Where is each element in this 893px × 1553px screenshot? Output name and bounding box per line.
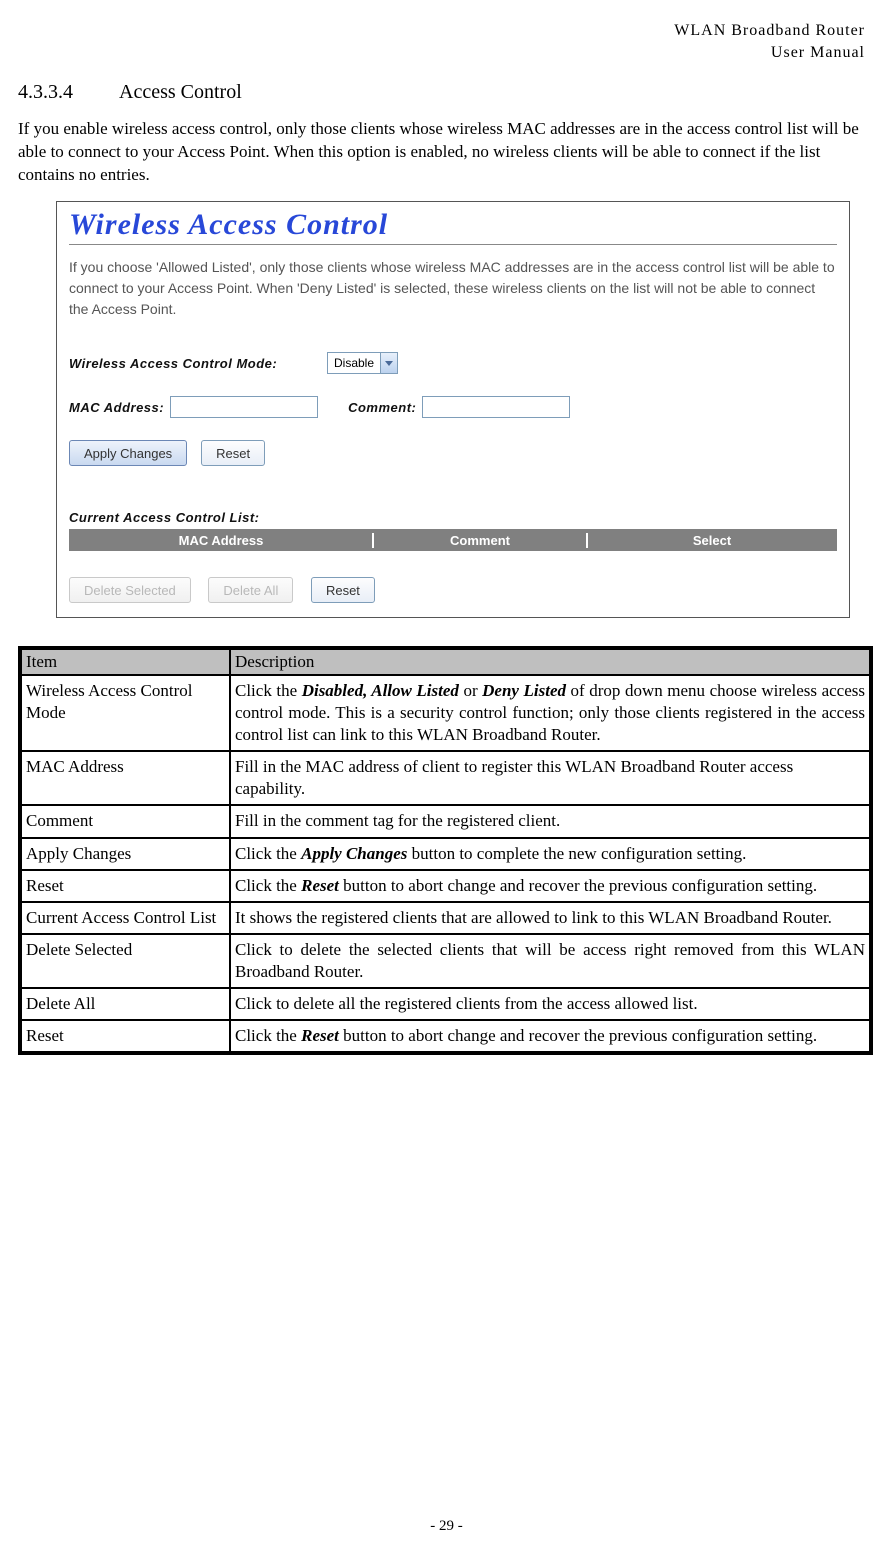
mode-select-value: Disable	[328, 356, 380, 370]
item-cell: MAC Address	[20, 751, 230, 805]
description-table: Item Description Wireless Access Control…	[18, 646, 873, 1055]
desc-cell: Click to delete the selected clients tha…	[230, 934, 871, 988]
item-cell: Reset	[20, 870, 230, 902]
table-header-row: Item Description	[20, 648, 871, 675]
intro-paragraph: If you enable wireless access control, o…	[18, 118, 873, 187]
current-acl-label: Current Access Control List:	[69, 510, 837, 525]
table-row: Current Access Control List It shows the…	[20, 902, 871, 934]
comment-label: Comment:	[348, 400, 416, 415]
mode-select[interactable]: Disable	[327, 352, 398, 374]
mode-label: Wireless Access Control Mode:	[69, 356, 327, 371]
item-cell: Reset	[20, 1020, 230, 1053]
comment-input[interactable]	[422, 396, 570, 418]
header-description: Description	[230, 648, 871, 675]
acl-col-mac: MAC Address	[70, 533, 374, 548]
table-row: Apply Changes Click the Apply Changes bu…	[20, 838, 871, 870]
chevron-down-icon[interactable]	[380, 353, 397, 373]
acl-col-select: Select	[588, 533, 836, 548]
header-line-2: User Manual	[18, 42, 865, 64]
desc-cell: Click the Reset button to abort change a…	[230, 1020, 871, 1053]
mac-address-input[interactable]	[170, 396, 318, 418]
screenshot-panel: Wireless Access Control If you choose 'A…	[56, 201, 850, 618]
mac-address-label: MAC Address:	[69, 400, 164, 415]
item-cell: Comment	[20, 805, 230, 837]
divider	[69, 244, 837, 245]
table-row: Delete All Click to delete all the regis…	[20, 988, 871, 1020]
item-cell: Wireless Access Control Mode	[20, 675, 230, 751]
desc-cell: Click the Apply Changes button to comple…	[230, 838, 871, 870]
page-number: - 29 -	[0, 1518, 893, 1535]
item-cell: Current Access Control List	[20, 902, 230, 934]
apply-changes-button[interactable]: Apply Changes	[69, 440, 187, 466]
table-row: Delete Selected Click to delete the sele…	[20, 934, 871, 988]
delete-selected-button[interactable]: Delete Selected	[69, 577, 191, 603]
desc-cell: Click the Disabled, Allow Listed or Deny…	[230, 675, 871, 751]
desc-cell: Fill in the MAC address of client to reg…	[230, 751, 871, 805]
table-row: Comment Fill in the comment tag for the …	[20, 805, 871, 837]
section-heading: 4.3.3.4 Access Control	[18, 81, 873, 104]
table-row: Wireless Access Control Mode Click the D…	[20, 675, 871, 751]
reset-acl-button[interactable]: Reset	[311, 577, 375, 603]
table-row: Reset Click the Reset button to abort ch…	[20, 1020, 871, 1053]
acl-table-header: MAC Address Comment Select	[69, 529, 837, 551]
header-item: Item	[20, 648, 230, 675]
section-title: Access Control	[119, 81, 242, 104]
screenshot-description: If you choose 'Allowed Listed', only tho…	[69, 257, 837, 320]
reset-button[interactable]: Reset	[201, 440, 265, 466]
table-row: MAC Address Fill in the MAC address of c…	[20, 751, 871, 805]
table-row: Reset Click the Reset button to abort ch…	[20, 870, 871, 902]
item-cell: Apply Changes	[20, 838, 230, 870]
screenshot-title: Wireless Access Control	[69, 208, 837, 244]
header-line-1: WLAN Broadband Router	[18, 20, 865, 42]
desc-cell: It shows the registered clients that are…	[230, 902, 871, 934]
page-header: WLAN Broadband Router User Manual	[18, 20, 873, 63]
desc-cell: Click the Reset button to abort change a…	[230, 870, 871, 902]
desc-cell: Fill in the comment tag for the register…	[230, 805, 871, 837]
item-cell: Delete Selected	[20, 934, 230, 988]
section-number: 4.3.3.4	[18, 81, 73, 104]
delete-all-button[interactable]: Delete All	[208, 577, 293, 603]
desc-cell: Click to delete all the registered clien…	[230, 988, 871, 1020]
item-cell: Delete All	[20, 988, 230, 1020]
acl-col-comment: Comment	[374, 533, 588, 548]
